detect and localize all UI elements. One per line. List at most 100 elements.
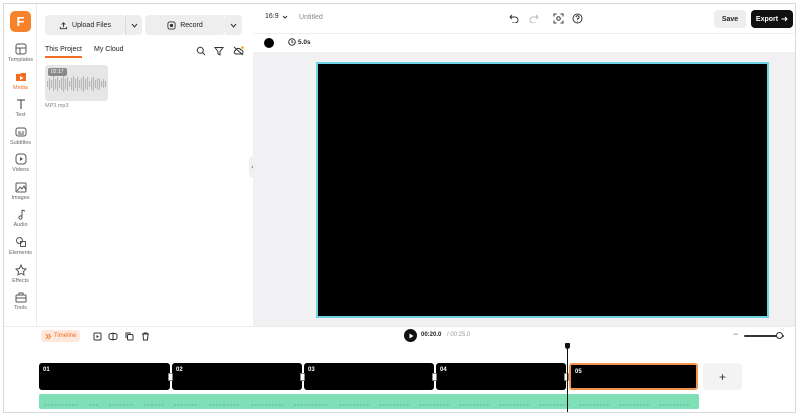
playhead-handle[interactable] [565, 343, 570, 349]
delete-icon[interactable] [140, 331, 150, 341]
tools-icon [15, 292, 26, 303]
sidebar-item-effects[interactable]: Effects [4, 263, 37, 289]
sidebar-item-label: Subtitles [9, 140, 32, 146]
sidebar-item-templates[interactable]: Templates [4, 42, 37, 68]
screenshot-icon[interactable] [552, 12, 565, 25]
filter-icon[interactable] [212, 44, 226, 58]
sidebar-item-images[interactable]: Images [4, 180, 37, 206]
chevron-down-icon [131, 23, 137, 28]
canvas-area: 5.0s [253, 34, 795, 326]
elements-icon [15, 237, 26, 247]
sidebar-item-elements[interactable]: Elements [4, 235, 37, 261]
total-time: / 00:25.0 [447, 332, 471, 338]
help-icon[interactable] [571, 12, 584, 25]
timeline-label: Timeline [54, 333, 77, 339]
upload-icon [59, 21, 68, 29]
timeline-panel: Timeline 00:20.0 / 00:25.0 − 01 02 03 04… [4, 326, 795, 412]
upload-label: Upload Files [72, 21, 111, 29]
timeline-clip-04[interactable]: 04 [436, 363, 566, 390]
clip-number: 03 [308, 367, 315, 373]
cloud-off-icon[interactable] [231, 44, 245, 58]
arrow-right-icon [781, 16, 788, 22]
timeline-icon [45, 333, 52, 339]
transition-handle[interactable] [432, 373, 437, 381]
timeline-toggle-button[interactable]: Timeline [41, 330, 81, 342]
clip-number: 01 [43, 367, 50, 373]
media-duration-badge: 02:17 [48, 68, 67, 76]
audio-waveform [44, 404, 689, 406]
record-dropdown-button[interactable] [225, 15, 242, 35]
media-panel: Upload Files Record This Project My Clou… [38, 4, 252, 326]
background-color-swatch[interactable] [264, 38, 274, 48]
sidebar-item-label: Tools [14, 305, 27, 311]
duration-control[interactable]: 5.0s [288, 38, 311, 46]
clip-number: 05 [575, 369, 582, 375]
record-icon [167, 20, 176, 30]
tab-my-cloud[interactable]: My Cloud [94, 46, 124, 56]
timeline-clip-02[interactable]: 02 [172, 363, 302, 390]
record-button[interactable]: Record [145, 15, 225, 35]
clock-icon [288, 38, 296, 46]
left-rail: F Templates Media Text Subtitles Videos … [4, 4, 37, 326]
sidebar-item-media[interactable]: Media [4, 70, 37, 96]
video-preview-canvas[interactable] [316, 62, 769, 318]
transition-handle[interactable] [300, 373, 305, 381]
zoom-slider-handle[interactable] [776, 332, 783, 339]
undo-icon[interactable] [507, 12, 520, 25]
timeline-clip-05[interactable]: 05 [569, 363, 698, 390]
text-icon [16, 99, 25, 109]
chevron-down-icon [230, 23, 237, 28]
transition-handle[interactable] [168, 373, 173, 381]
audio-icon [17, 209, 25, 220]
play-icon [409, 333, 413, 338]
duplicate-icon[interactable] [124, 331, 134, 341]
current-time: 00:20.0 [421, 332, 442, 338]
export-label: Export [755, 15, 779, 23]
aspect-ratio-value: 16:9 [265, 13, 279, 20]
sidebar-item-label: Elements [9, 250, 32, 256]
videos-icon [15, 153, 26, 165]
audio-track[interactable] [39, 394, 699, 409]
subtitles-icon [15, 127, 26, 137]
sidebar-item-label: Audio [13, 222, 28, 228]
timeline-clip-03[interactable]: 03 [304, 363, 434, 390]
record-label: Record [180, 21, 203, 29]
add-media-icon[interactable] [92, 331, 102, 341]
sidebar-item-label: Images [11, 195, 30, 201]
effects-icon [14, 263, 27, 276]
images-icon [15, 182, 26, 193]
search-icon[interactable] [194, 44, 208, 58]
aspect-ratio-select[interactable]: 16:9 [265, 13, 288, 20]
duration-value: 5.0s [298, 38, 311, 46]
sidebar-item-label: Effects [12, 278, 29, 284]
clip-number: 04 [440, 367, 447, 373]
sidebar-item-text[interactable]: Text [4, 97, 37, 123]
media-item-card[interactable]: 02:17 [45, 65, 108, 101]
redo-icon[interactable] [527, 12, 540, 25]
upload-files-button[interactable]: Upload Files [45, 15, 125, 35]
zoom-out-button[interactable]: − [733, 329, 738, 339]
add-clip-button[interactable]: + [703, 363, 742, 390]
sidebar-item-label: Text [15, 112, 26, 118]
media-item-name: MP3.mp3 [45, 103, 69, 109]
sidebar-item-label: Media [13, 85, 28, 91]
project-title[interactable]: Untitled [299, 14, 323, 21]
canvas-toolbar: 5.0s [253, 34, 795, 52]
upload-dropdown-button[interactable] [125, 15, 142, 35]
top-bar: 16:9 Untitled Save Export [253, 4, 795, 34]
clip-number: 02 [176, 367, 183, 373]
play-button[interactable] [404, 329, 417, 342]
sidebar-item-videos[interactable]: Videos [4, 152, 37, 178]
sidebar-item-label: Templates [7, 57, 34, 63]
save-button[interactable]: Save [714, 10, 746, 28]
sidebar-item-subtitles[interactable]: Subtitles [4, 125, 37, 151]
sidebar-item-label: Videos [12, 167, 29, 173]
export-button[interactable]: Export [751, 10, 793, 28]
templates-icon [15, 43, 26, 55]
sidebar-item-tools[interactable]: Tools [4, 290, 37, 316]
split-icon[interactable] [108, 331, 118, 341]
sidebar-item-audio[interactable]: Audio [4, 207, 37, 233]
timeline-clip-01[interactable]: 01 [39, 363, 170, 390]
app-logo: F [10, 11, 31, 32]
tab-this-project[interactable]: This Project [45, 46, 82, 58]
